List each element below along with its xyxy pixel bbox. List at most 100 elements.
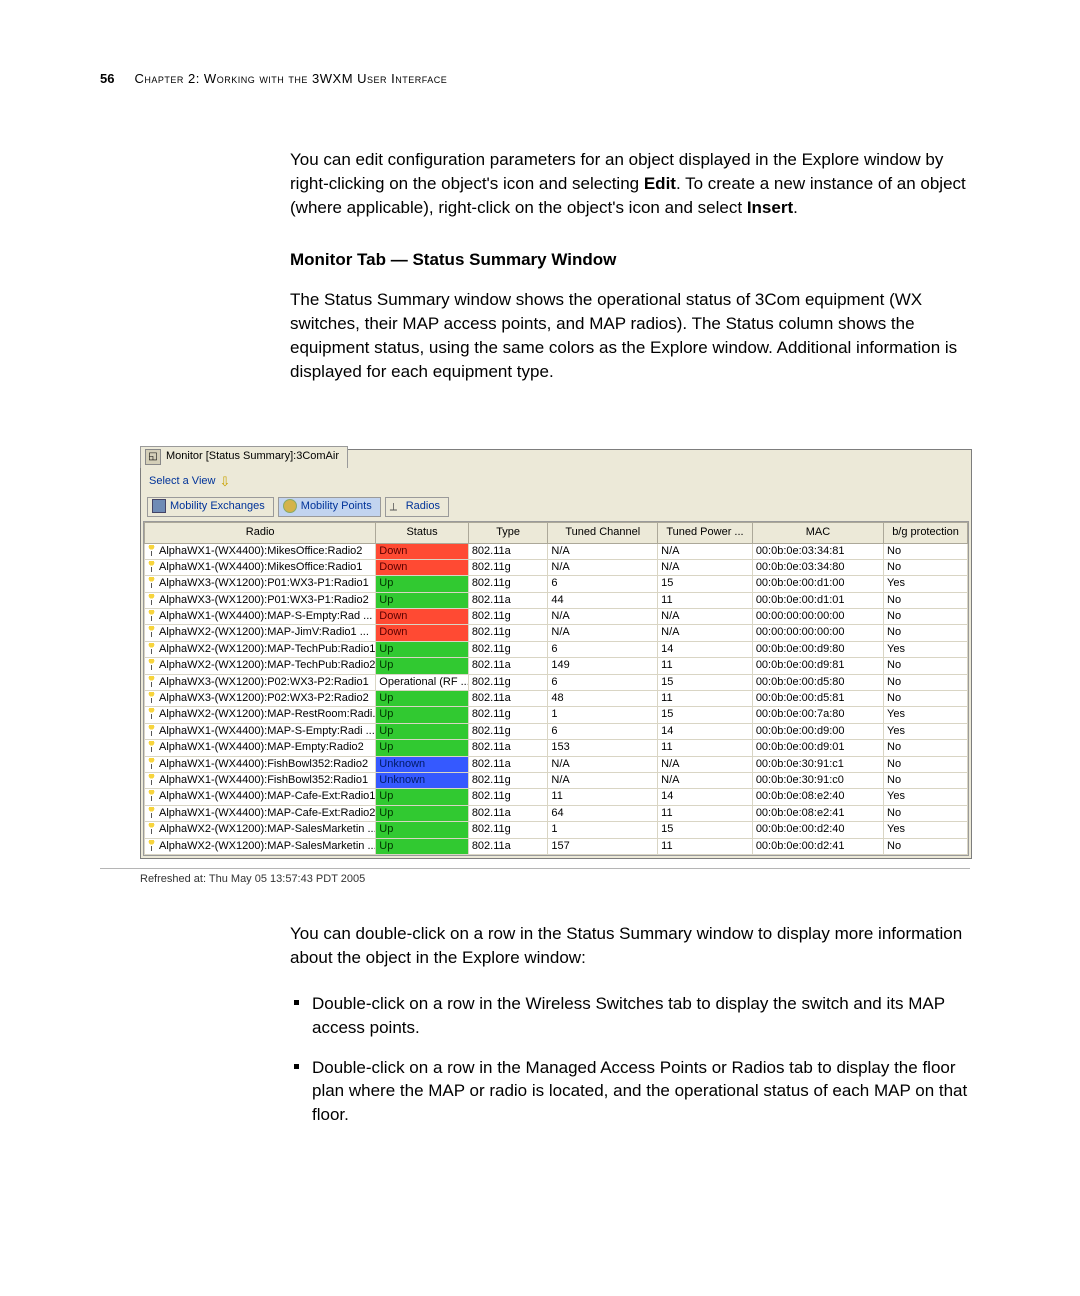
cell-bg: Yes: [884, 822, 968, 838]
cell-type: 802.11g: [468, 723, 548, 739]
table-row[interactable]: AlphaWX3-(WX1200):P02:WX3-P2:Radio1Opera…: [145, 674, 968, 690]
cell-bg: Yes: [884, 723, 968, 739]
cell-power: N/A: [658, 559, 753, 575]
cell-radio: AlphaWX1-(WX4400):MAP-S-Empty:Radi ...: [145, 723, 376, 739]
cell-bg: No: [884, 691, 968, 707]
status-table-wrap: Radio Status Type Tuned Channel Tuned Po…: [143, 521, 969, 856]
cell-power: N/A: [658, 543, 753, 559]
cell-mac: 00:0b:0e:00:d9:00: [752, 723, 883, 739]
cell-radio: AlphaWX3-(WX1200):P01:WX3-P1:Radio2: [145, 592, 376, 608]
cell-channel: 11: [548, 789, 658, 805]
table-row[interactable]: AlphaWX2-(WX1200):MAP-TechPub:Radio1Up80…: [145, 641, 968, 657]
cell-bg: No: [884, 756, 968, 772]
cell-radio: AlphaWX3-(WX1200):P01:WX3-P1:Radio1: [145, 576, 376, 592]
edit-keyword: Edit: [644, 174, 676, 193]
intro-paragraph: You can edit configuration parameters fo…: [290, 148, 980, 219]
cell-radio: AlphaWX1-(WX4400):MAP-Cafe-Ext:Radio1: [145, 789, 376, 805]
cell-type: 802.11g: [468, 609, 548, 625]
table-row[interactable]: AlphaWX1-(WX4400):MAP-Cafe-Ext:Radio2Up8…: [145, 805, 968, 821]
cell-status: Unknown: [376, 773, 469, 789]
tab-mobility-exchanges[interactable]: Mobility Exchanges: [147, 497, 274, 517]
table-row[interactable]: AlphaWX1-(WX4400):MikesOffice:Radio1Down…: [145, 559, 968, 575]
cell-status: Up: [376, 789, 469, 805]
table-row[interactable]: AlphaWX2-(WX1200):MAP-TechPub:Radio2Up80…: [145, 658, 968, 674]
cell-bg: No: [884, 805, 968, 821]
cell-type: 802.11g: [468, 773, 548, 789]
cell-channel: 157: [548, 838, 658, 854]
cell-mac: 00:0b:0e:00:d1:00: [752, 576, 883, 592]
cell-channel: N/A: [548, 625, 658, 641]
cell-channel: 153: [548, 740, 658, 756]
cell-status: Down: [376, 609, 469, 625]
cell-power: 11: [658, 658, 753, 674]
col-power[interactable]: Tuned Power ...: [658, 523, 753, 543]
table-row[interactable]: AlphaWX3-(WX1200):P01:WX3-P1:Radio2Up802…: [145, 592, 968, 608]
page-number: 56: [100, 70, 114, 88]
cell-channel: N/A: [548, 543, 658, 559]
cell-type: 802.11a: [468, 805, 548, 821]
col-type[interactable]: Type: [468, 523, 548, 543]
select-view-link[interactable]: Select a View ⇩: [141, 469, 971, 497]
cell-power: 14: [658, 641, 753, 657]
view-tabs: Mobility Exchanges Mobility Points ⟂ Rad…: [141, 497, 971, 521]
cell-type: 802.11g: [468, 674, 548, 690]
cell-type: 802.11g: [468, 641, 548, 657]
cell-power: 15: [658, 707, 753, 723]
col-chan[interactable]: Tuned Channel: [548, 523, 658, 543]
table-row[interactable]: AlphaWX2-(WX1200):MAP-RestRoom:Radi...Up…: [145, 707, 968, 723]
table-row[interactable]: AlphaWX1-(WX4400):MAP-Cafe-Ext:Radio1Up8…: [145, 789, 968, 805]
cell-channel: 48: [548, 691, 658, 707]
cell-radio: AlphaWX2-(WX1200):MAP-TechPub:Radio1: [145, 641, 376, 657]
tab-radios[interactable]: ⟂ Radios: [385, 497, 449, 517]
cell-radio: AlphaWX2-(WX1200):MAP-SalesMarketin ...: [145, 838, 376, 854]
tab-label: Mobility Exchanges: [170, 499, 265, 514]
table-row[interactable]: AlphaWX1-(WX4400):MAP-S-Empty:Rad ...Dow…: [145, 609, 968, 625]
cell-type: 802.11g: [468, 822, 548, 838]
tab-mobility-points[interactable]: Mobility Points: [278, 497, 381, 517]
cell-type: 802.11g: [468, 707, 548, 723]
cell-channel: 1: [548, 822, 658, 838]
cell-bg: No: [884, 658, 968, 674]
tab-label: Radios: [406, 499, 440, 514]
col-bg[interactable]: b/g protection: [884, 523, 968, 543]
cell-radio: AlphaWX1-(WX4400):FishBowl352:Radio1: [145, 773, 376, 789]
cell-radio: AlphaWX2-(WX1200):MAP-SalesMarketin ...: [145, 822, 376, 838]
cell-type: 802.11g: [468, 559, 548, 575]
cell-mac: 00:0b:0e:08:e2:40: [752, 789, 883, 805]
insert-keyword: Insert: [747, 198, 793, 217]
col-radio[interactable]: Radio: [145, 523, 376, 543]
col-mac[interactable]: MAC: [752, 523, 883, 543]
table-row[interactable]: AlphaWX1-(WX4400):MikesOffice:Radio2Down…: [145, 543, 968, 559]
cell-bg: No: [884, 609, 968, 625]
table-row[interactable]: AlphaWX1-(WX4400):MAP-S-Empty:Radi ...Up…: [145, 723, 968, 739]
cell-mac: 00:0b:0e:00:d9:01: [752, 740, 883, 756]
cell-radio: AlphaWX1-(WX4400):MAP-Empty:Radio2: [145, 740, 376, 756]
table-row[interactable]: AlphaWX2-(WX1200):MAP-SalesMarketin ...U…: [145, 822, 968, 838]
table-row[interactable]: AlphaWX3-(WX1200):P01:WX3-P1:Radio1Up802…: [145, 576, 968, 592]
cell-type: 802.11a: [468, 838, 548, 854]
col-status[interactable]: Status: [376, 523, 469, 543]
cell-mac: 00:0b:0e:00:d9:80: [752, 641, 883, 657]
cell-power: 15: [658, 674, 753, 690]
exchanges-icon: [152, 499, 166, 513]
cell-mac: 00:0b:0e:00:d5:81: [752, 691, 883, 707]
cell-radio: AlphaWX1-(WX4400):MikesOffice:Radio2: [145, 543, 376, 559]
cell-radio: AlphaWX1-(WX4400):MikesOffice:Radio1: [145, 559, 376, 575]
monitor-window-icon: ◱: [145, 449, 161, 465]
table-row[interactable]: AlphaWX1-(WX4400):MAP-Empty:Radio2Up802.…: [145, 740, 968, 756]
cell-power: 11: [658, 740, 753, 756]
table-row[interactable]: AlphaWX1-(WX4400):FishBowl352:Radio2Unkn…: [145, 756, 968, 772]
table-row[interactable]: AlphaWX3-(WX1200):P02:WX3-P2:Radio2Up802…: [145, 691, 968, 707]
table-row[interactable]: AlphaWX1-(WX4400):FishBowl352:Radio1Unkn…: [145, 773, 968, 789]
dropdown-arrow-icon: ⇩: [219, 473, 230, 491]
radios-icon: ⟂: [390, 500, 402, 512]
section-subhead: Monitor Tab — Status Summary Window: [290, 248, 980, 272]
cell-power: N/A: [658, 625, 753, 641]
cell-radio: AlphaWX1-(WX4400):FishBowl352:Radio2: [145, 756, 376, 772]
table-row[interactable]: AlphaWX2-(WX1200):MAP-SalesMarketin ...U…: [145, 838, 968, 854]
list-item: Double-click on a row in the Wireless Sw…: [290, 992, 980, 1040]
table-row[interactable]: AlphaWX2-(WX1200):MAP-JimV:Radio1 ...Dow…: [145, 625, 968, 641]
cell-channel: 6: [548, 576, 658, 592]
cell-type: 802.11g: [468, 625, 548, 641]
cell-channel: 1: [548, 707, 658, 723]
